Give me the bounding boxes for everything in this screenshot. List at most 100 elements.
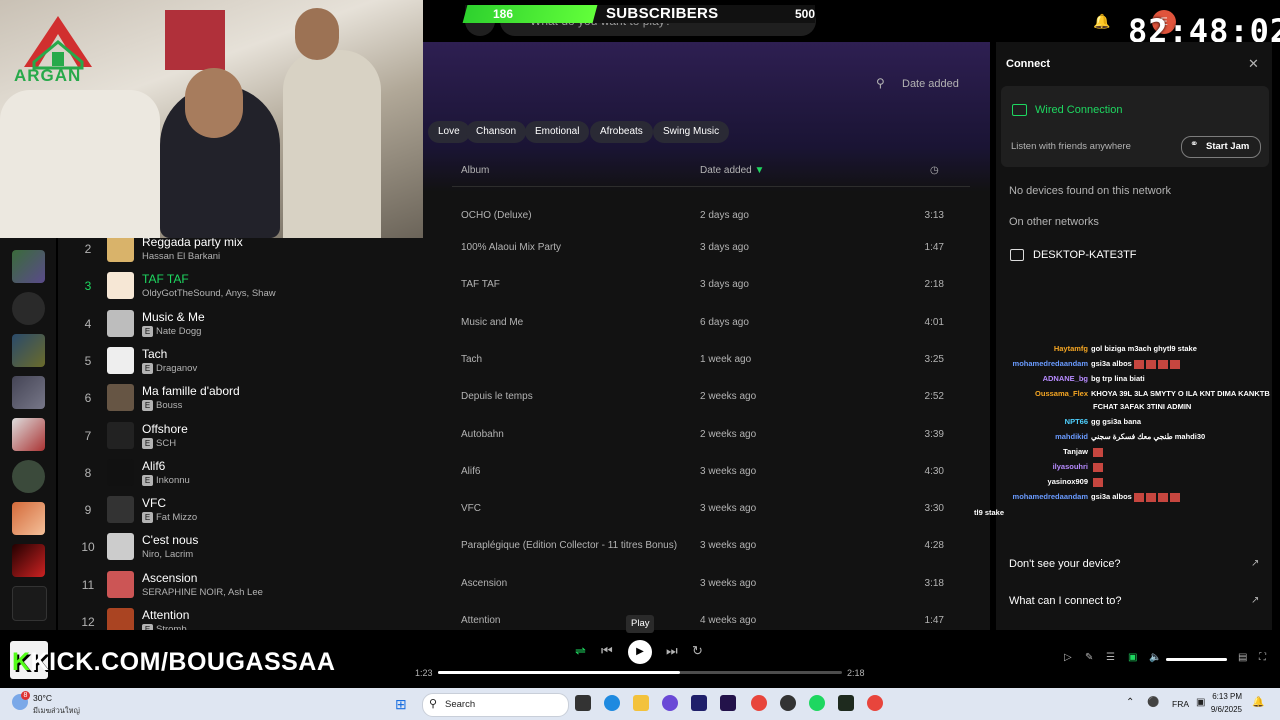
what-can-connect-link[interactable]: What can I connect to? <box>1009 595 1122 607</box>
clock-date[interactable]: 9/6/2025 <box>1205 705 1242 714</box>
chrome-icon[interactable] <box>867 695 883 711</box>
fullscreen-icon[interactable]: ⛶ <box>1259 652 1266 663</box>
app-icon[interactable] <box>838 695 854 711</box>
library-item[interactable] <box>12 544 45 577</box>
weather-description[interactable]: มีเมฆส่วนใหญ่ <box>33 705 80 717</box>
table-row[interactable]: 7 Offshore E SCH Autobahn 2 weeks ago 3:39 <box>70 418 970 455</box>
spotify-icon[interactable] <box>809 695 825 711</box>
bell-icon[interactable]: 🔔 <box>1093 13 1110 30</box>
library-item[interactable] <box>12 334 45 367</box>
miniplayer-icon[interactable]: ▤ <box>1238 652 1247 663</box>
track-artist[interactable]: SERAPHINE NOIR, Ash Lee <box>142 587 263 598</box>
premiere-icon[interactable] <box>691 695 707 711</box>
track-album[interactable]: Music and Me <box>461 317 523 328</box>
track-album[interactable]: Paraplégique (Edition Collector - 11 tit… <box>461 540 677 551</box>
mic-icon[interactable]: ✎ <box>1085 652 1093 663</box>
external-link-icon[interactable]: ↗ <box>1251 595 1259 606</box>
play-button[interactable]: ▶ <box>628 640 652 664</box>
repeat-icon[interactable]: ↻ <box>692 643 703 659</box>
connect-device-icon[interactable]: ▣ <box>1128 652 1137 663</box>
library-item[interactable] <box>12 418 45 451</box>
table-row[interactable]: 11 Ascension SERAPHINE NOIR, Ash Lee Ascens… <box>70 567 970 604</box>
track-title[interactable]: Offshore <box>142 422 188 436</box>
now-playing-view-icon[interactable]: ▷ <box>1064 652 1072 663</box>
track-artist[interactable]: E Draganov <box>142 362 197 374</box>
track-title[interactable]: Attention <box>142 608 189 622</box>
start-jam-label[interactable]: Start Jam <box>1206 141 1249 152</box>
track-album[interactable]: TAF TAF <box>461 279 500 290</box>
chevron-up-icon[interactable]: ⌃ <box>1126 697 1134 708</box>
track-album[interactable]: OCHO (Deluxe) <box>461 210 532 221</box>
discord-icon[interactable] <box>662 695 678 711</box>
table-row[interactable]: 9 VFC E Fat Mizzo VFC 3 weeks ago 3:30 <box>70 492 970 529</box>
track-title[interactable]: TAF TAF <box>142 272 189 286</box>
track-artist[interactable]: E Inkonnu <box>142 474 190 486</box>
task-view-icon[interactable] <box>575 695 591 711</box>
track-artist[interactable]: OldyGotTheSound, Anys, Shaw <box>142 288 276 299</box>
dont-see-device-link[interactable]: Don't see your device? <box>1009 558 1121 570</box>
track-artist[interactable]: E Bouss <box>142 400 182 411</box>
track-title[interactable]: Tach <box>142 347 167 361</box>
track-title[interactable]: VFC <box>142 496 166 510</box>
weather-temperature[interactable]: 30°C <box>33 693 52 703</box>
shuffle-icon[interactable]: ⇌ <box>575 643 586 659</box>
sort-dropdown[interactable]: Date added <box>902 78 959 90</box>
track-album[interactable]: VFC <box>461 503 481 514</box>
table-row[interactable]: 6 Ma famille d'abord E Bouss Depuis le temps… <box>70 380 970 417</box>
track-album[interactable]: Ascension <box>461 578 507 589</box>
table-row[interactable]: 3 TAF TAF OldyGotTheSound, Anys, Shaw TAF T… <box>70 268 970 305</box>
track-artist[interactable]: Hassan El Barkani <box>142 251 220 262</box>
previous-icon[interactable]: ⏮ <box>601 643 613 659</box>
chrome-icon[interactable] <box>751 695 767 711</box>
table-row[interactable]: 8 Alif6 E Inkonnu Alif6 3 weeks ago 4:30 <box>70 455 970 492</box>
after-effects-icon[interactable] <box>720 695 736 711</box>
file-explorer-icon[interactable] <box>633 695 649 711</box>
track-album[interactable]: Alif6 <box>461 466 480 477</box>
table-row[interactable]: 4 Music & Me E Nate Dogg Music and Me 6 days … <box>70 306 970 343</box>
track-artist[interactable]: E SCH <box>142 437 176 449</box>
track-title[interactable]: Music & Me <box>142 310 205 324</box>
search-icon[interactable]: ⚲ <box>876 76 885 90</box>
library-item[interactable] <box>12 292 45 325</box>
volume-icon[interactable]: 🔈 <box>1149 652 1161 663</box>
filter-chip[interactable]: Chanson <box>466 121 527 143</box>
track-artist[interactable]: E Nate Dogg <box>142 325 201 337</box>
column-header-date[interactable]: Date added ▼ <box>700 165 764 176</box>
track-title[interactable]: Alif6 <box>142 459 165 473</box>
track-title[interactable]: C'est nous <box>142 533 198 547</box>
mic-icon[interactable]: ⚫ <box>1147 697 1159 708</box>
clock-time[interactable]: 6:13 PM <box>1210 692 1242 701</box>
table-row[interactable]: 10 C'est nous Niro, Lacrim Paraplégique (Ed… <box>70 529 970 566</box>
windows-start-icon[interactable]: ⊞ <box>395 696 407 713</box>
library-item[interactable] <box>12 250 45 283</box>
track-album[interactable]: Attention <box>461 615 500 626</box>
taskbar-search-label[interactable]: Search <box>445 699 475 710</box>
filter-chip[interactable]: Swing Music <box>653 121 730 143</box>
track-artist[interactable]: Niro, Lacrim <box>142 549 193 560</box>
filter-chip[interactable]: Love <box>428 121 470 143</box>
obs-icon[interactable] <box>780 695 796 711</box>
close-icon[interactable]: ✕ <box>1248 56 1259 72</box>
track-title[interactable]: Ma famille d'abord <box>142 384 240 398</box>
language-indicator[interactable]: FRA <box>1172 699 1189 709</box>
external-link-icon[interactable]: ↗ <box>1251 558 1259 569</box>
device-desktop[interactable]: DESKTOP-KATE3TF <box>1033 249 1137 261</box>
track-album[interactable]: 100% Alaoui Mix Party <box>461 242 561 253</box>
table-row[interactable]: 5 Tach E Draganov Tach 1 week ago 3:25 <box>70 343 970 380</box>
track-album[interactable]: Tach <box>461 354 482 365</box>
filter-chip[interactable]: Emotional <box>525 121 590 143</box>
track-artist[interactable]: E Fat Mizzo <box>142 512 197 523</box>
filter-chip[interactable]: Afrobeats <box>590 121 653 143</box>
track-album[interactable]: Autobahn <box>461 429 504 440</box>
library-item[interactable] <box>12 502 45 535</box>
next-icon[interactable]: ⏭ <box>666 643 678 659</box>
column-header-album[interactable]: Album <box>461 165 489 176</box>
queue-icon[interactable]: ☰ <box>1106 652 1115 663</box>
track-title[interactable]: Ascension <box>142 571 197 585</box>
library-item[interactable] <box>12 376 45 409</box>
edge-icon[interactable] <box>604 695 620 711</box>
notification-icon[interactable]: 🔔 <box>1252 697 1264 708</box>
track-album[interactable]: Depuis le temps <box>461 391 533 402</box>
library-item[interactable] <box>12 586 47 621</box>
library-item[interactable] <box>12 460 45 493</box>
